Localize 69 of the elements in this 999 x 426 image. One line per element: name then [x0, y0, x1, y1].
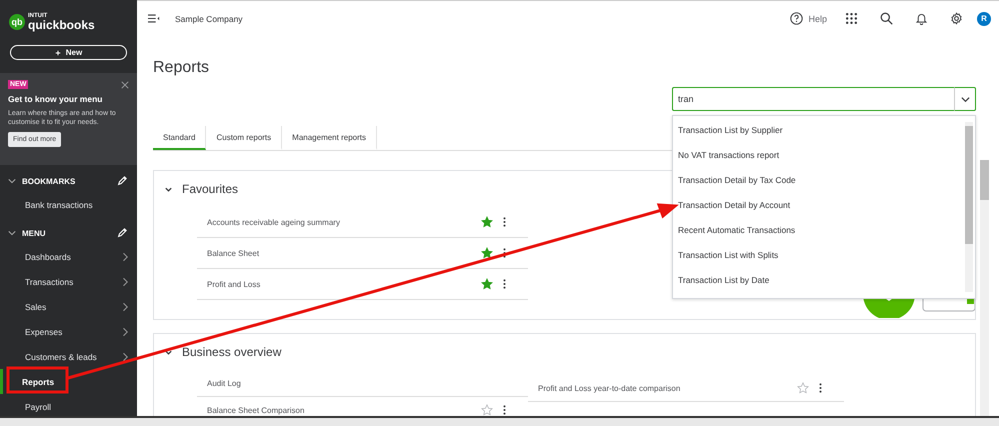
chevron-down-icon	[960, 94, 970, 104]
chevron-right-icon[interactable]	[122, 252, 128, 262]
suggestion-item[interactable]: Transaction List with Splits	[673, 242, 965, 267]
report-link[interactable]: Accounts receivable ageing summary	[207, 218, 481, 226]
report-link[interactable]: Balance Sheet Comparison	[207, 406, 481, 414]
chevron-right-icon[interactable]	[122, 352, 128, 362]
section-title: MENU	[22, 228, 47, 238]
section-title: BOOKMARKS	[22, 176, 76, 186]
sidebar-item[interactable]: Expenses	[0, 319, 137, 344]
report-search-field[interactable]: tran	[672, 87, 954, 111]
more-icon[interactable]	[503, 217, 506, 227]
help-icon	[790, 12, 804, 25]
report-link[interactable]: Profit and Loss	[207, 280, 481, 288]
chevron-right-icon[interactable]	[122, 276, 128, 286]
scrollbar[interactable]	[965, 122, 973, 292]
company-name: Sample Company	[175, 14, 243, 24]
chevron-icon[interactable]	[164, 184, 173, 194]
suggestion-item[interactable]: Transaction Detail by Account	[673, 192, 965, 217]
highlight-box	[6, 366, 68, 394]
chevron-icon[interactable]	[8, 177, 16, 185]
report-link[interactable]: Balance Sheet	[207, 248, 481, 258]
star-icon[interactable]	[481, 404, 493, 416]
group-title: Business overview	[182, 345, 282, 359]
close-icon[interactable]	[121, 80, 129, 88]
chevron-right-icon[interactable]	[122, 326, 128, 336]
star-icon[interactable]	[481, 247, 493, 259]
sidebar-item[interactable]: Payroll	[0, 394, 137, 418]
sidebar-item[interactable]: Sales	[0, 294, 137, 319]
suggestion-item[interactable]: Recent Automatic Transactions	[673, 217, 965, 242]
tab[interactable]: Custom reports	[206, 126, 282, 150]
tab[interactable]: Management reports	[282, 126, 377, 150]
menu-icon[interactable]	[148, 14, 160, 23]
sidebar-item[interactable]: Transactions	[0, 269, 137, 294]
suggestion-item[interactable]: Transaction List by Date	[673, 267, 965, 292]
report-link[interactable]: Profit and Loss year-to-date comparison	[538, 384, 797, 392]
chevron-icon[interactable]	[8, 229, 16, 237]
apps-grid-icon[interactable]	[845, 12, 858, 25]
help-button[interactable]: Help	[790, 12, 827, 25]
new-button[interactable]: New	[10, 45, 127, 60]
pencil-icon[interactable]	[117, 228, 127, 238]
more-icon[interactable]	[503, 405, 506, 415]
more-icon[interactable]	[819, 383, 822, 393]
group-title: Favourites	[182, 182, 238, 196]
star-icon[interactable]	[481, 278, 493, 290]
logo-mark: qb	[9, 14, 25, 30]
page-scrollbar[interactable]	[980, 160, 989, 418]
sidebar-item[interactable]: Dashboards	[0, 244, 137, 269]
star-icon[interactable]	[797, 382, 809, 394]
settings-icon[interactable]	[950, 12, 963, 25]
promo-title: Get to know your menu	[8, 94, 104, 104]
pencil-icon[interactable]	[117, 176, 127, 186]
chevron-icon[interactable]	[164, 348, 173, 356]
more-icon[interactable]	[503, 279, 506, 289]
sidebar-item[interactable]: Bank transactions	[0, 192, 137, 217]
suggestion-item[interactable]: Transaction List by Supplier	[673, 117, 965, 142]
report-link[interactable]: Audit Log	[207, 378, 528, 388]
sidebar-item[interactable]: Customers & leads	[0, 344, 137, 369]
logo-product: quickbooks	[28, 19, 95, 31]
search-icon[interactable]	[880, 12, 893, 25]
suggestion-item[interactable]: Transaction Detail by Tax Code	[673, 167, 965, 192]
tab[interactable]: Standard	[153, 126, 206, 150]
star-icon[interactable]	[481, 216, 493, 228]
suggestion-item[interactable]: No VAT transactions report	[673, 142, 965, 167]
bell-icon[interactable]	[915, 12, 928, 25]
page-title: Reports	[153, 58, 210, 78]
plus-icon	[54, 50, 61, 56]
chevron-right-icon[interactable]	[122, 302, 128, 312]
user-avatar[interactable]: R	[977, 12, 991, 26]
dropdown-button[interactable]	[954, 87, 976, 111]
